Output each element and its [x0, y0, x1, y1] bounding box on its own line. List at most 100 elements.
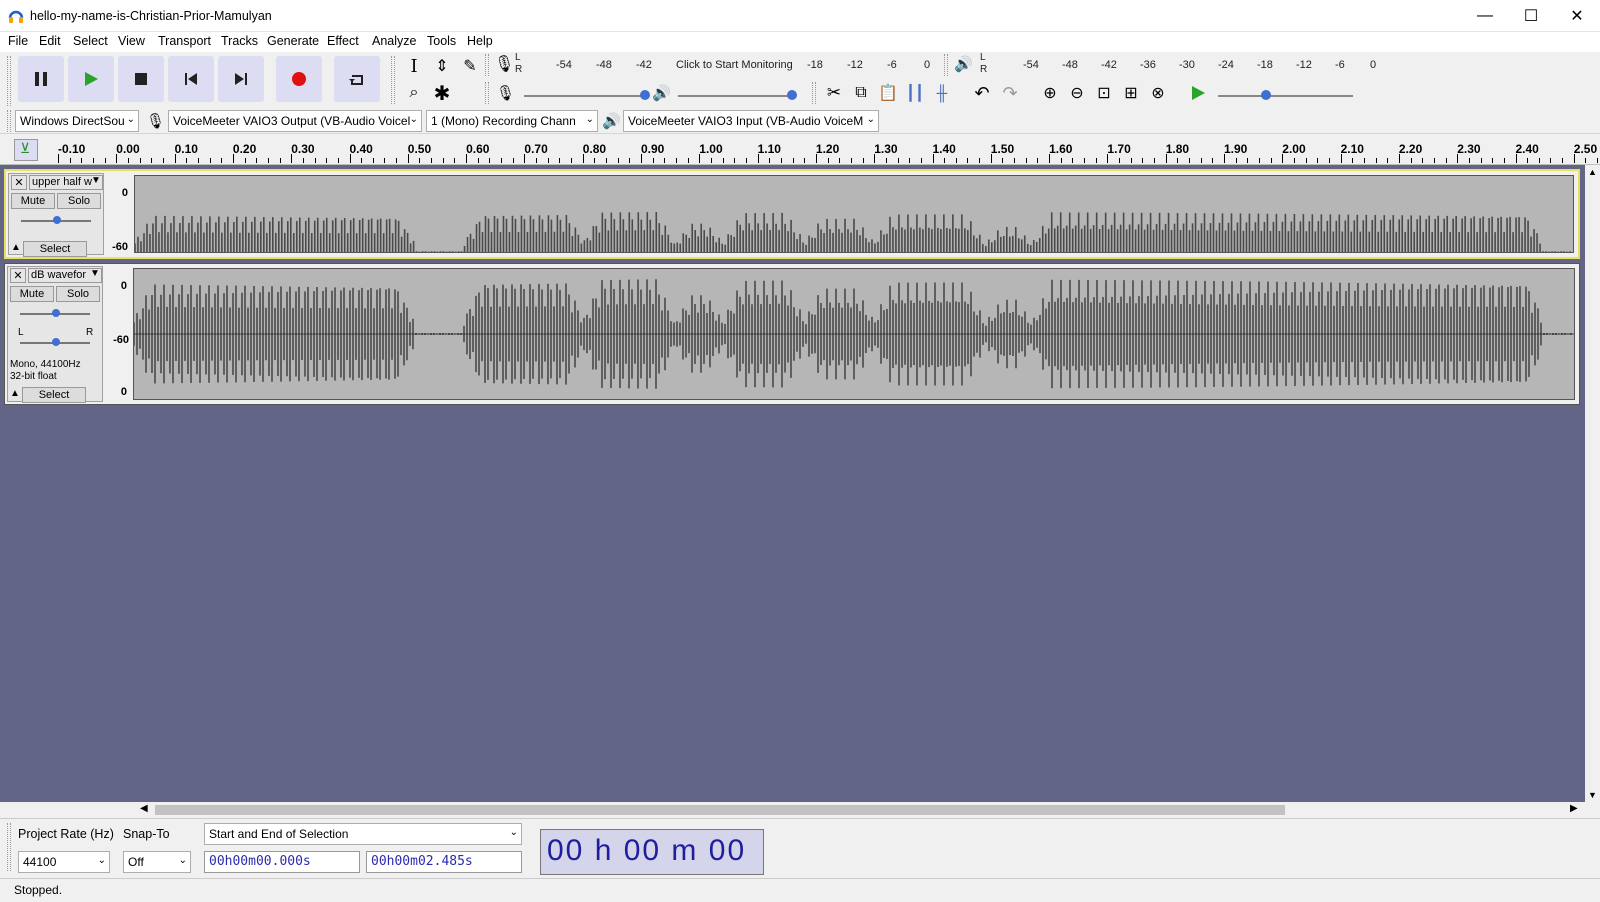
silence-button[interactable]: ╫ — [930, 81, 954, 105]
pause-button[interactable] — [18, 56, 64, 102]
zoom-tool[interactable]: ⌕ — [402, 81, 426, 105]
menu-transport[interactable]: Transport — [158, 34, 211, 48]
audio-host-select[interactable]: Windows DirectSou ⌄ — [15, 110, 139, 132]
slider-thumb[interactable] — [53, 216, 61, 224]
zoom-toggle-button[interactable]: ⊗ — [1146, 81, 1170, 105]
toolbar-grip[interactable] — [812, 82, 816, 104]
skip-to-end-button[interactable] — [218, 56, 264, 102]
scroll-right-icon[interactable]: ▶ — [1570, 803, 1578, 814]
selection-start-time[interactable]: 00h00m00.000s — [204, 851, 360, 873]
toolbar-grip[interactable] — [7, 110, 11, 132]
menu-generate[interactable]: Generate — [267, 34, 319, 48]
mute-button[interactable]: Mute — [10, 286, 54, 302]
minimize-button[interactable]: — — [1462, 0, 1508, 32]
timeline-ruler[interactable]: ⊻ -0.10 0.00 0.10 0.20 0.30 0.40 0.50 0.60 0.70 0… — [0, 136, 1600, 165]
loop-button[interactable] — [334, 56, 380, 102]
slider-thumb[interactable] — [640, 90, 650, 100]
menu-tracks[interactable]: Tracks — [221, 34, 258, 48]
slider-thumb[interactable] — [787, 90, 797, 100]
zoom-out-button[interactable]: ⊖ — [1065, 81, 1089, 105]
pan-slider[interactable] — [20, 338, 90, 346]
menu-analyze[interactable]: Analyze — [372, 34, 416, 48]
track-1-vertical-scale[interactable]: 0 -60 — [106, 171, 132, 257]
toolbar-grip[interactable] — [485, 82, 489, 104]
record-meter[interactable]: -54 -48 -42 Click to Start Monitoring -1… — [524, 55, 934, 75]
stop-button[interactable] — [118, 56, 164, 102]
menu-help[interactable]: Help — [467, 34, 493, 48]
speaker-icon[interactable]: 🔊 — [954, 55, 973, 73]
playback-device-select[interactable]: VoiceMeeter VAIO3 Input (VB-Audio VoiceM… — [623, 110, 879, 132]
trim-button[interactable]: ┃┃ — [903, 81, 927, 105]
microphone-icon[interactable]: 🎙 — [494, 54, 514, 74]
undo-button[interactable]: ↶ — [970, 81, 994, 105]
start-monitoring-label[interactable]: Click to Start Monitoring — [676, 59, 793, 71]
pin-playhead-button[interactable]: ⊻ — [14, 139, 38, 161]
track-area[interactable]: ✕ upper half w ▼ Mute Solo ▲ Select 0 -6… — [0, 165, 1585, 802]
scroll-left-icon[interactable]: ◀ — [140, 803, 148, 814]
recording-device-select[interactable]: VoiceMeeter VAIO3 Output (VB-Audio Voice… — [168, 110, 422, 132]
track-2[interactable]: ✕ dB wavefor ▼ Mute Solo L R Mono, 44100… — [4, 263, 1580, 405]
slider-thumb[interactable] — [52, 338, 60, 346]
multi-tool[interactable]: ✱ — [430, 81, 454, 105]
menu-effect[interactable]: Effect — [327, 34, 359, 48]
toolbar-grip[interactable] — [7, 823, 11, 871]
copy-button[interactable]: ⧉ — [849, 81, 873, 105]
scrollbar-thumb[interactable] — [155, 805, 1285, 815]
solo-button[interactable]: Solo — [56, 286, 100, 302]
skip-to-start-button[interactable] — [168, 56, 214, 102]
toolbar-grip[interactable] — [944, 54, 948, 76]
record-volume-slider[interactable] — [524, 90, 650, 100]
record-button[interactable] — [276, 56, 322, 102]
track-1-waveform[interactable] — [134, 175, 1574, 253]
slider-thumb[interactable] — [52, 309, 60, 317]
horizontal-scrollbar[interactable]: ◀ ▶ — [0, 802, 1585, 818]
close-track-icon[interactable]: ✕ — [11, 175, 27, 190]
envelope-tool[interactable]: ⇕ — [430, 54, 454, 78]
gain-slider[interactable] — [21, 216, 91, 224]
select-track-button[interactable]: Select — [23, 241, 87, 257]
menu-file[interactable]: File — [8, 34, 28, 48]
menu-edit[interactable]: Edit — [39, 34, 61, 48]
cut-button[interactable]: ✂ — [822, 81, 846, 105]
collapse-track-icon[interactable]: ▲ — [10, 388, 20, 399]
track-menu-arrow-icon[interactable]: ▼ — [91, 175, 101, 186]
play-at-speed-button[interactable] — [1186, 81, 1210, 105]
gain-slider[interactable] — [20, 309, 90, 317]
selection-end-time[interactable]: 00h00m02.485s — [366, 851, 522, 873]
project-rate-select[interactable]: 44100 ⌄ — [18, 851, 110, 873]
fit-selection-button[interactable]: ⊡ — [1092, 81, 1116, 105]
snap-to-select[interactable]: Off ⌄ — [123, 851, 191, 873]
close-window-button[interactable]: ✕ — [1554, 0, 1600, 32]
menu-select[interactable]: Select — [73, 34, 108, 48]
scroll-down-icon[interactable]: ▼ — [1588, 790, 1597, 800]
track-2-waveform[interactable] — [133, 268, 1575, 400]
menu-view[interactable]: View — [118, 34, 145, 48]
collapse-track-icon[interactable]: ▲ — [11, 242, 21, 253]
recording-channels-select[interactable]: 1 (Mono) Recording Chann ⌄ — [426, 110, 598, 132]
audio-position-display[interactable]: 00 h 00 m 00 s — [540, 829, 764, 901]
maximize-button[interactable]: ☐ — [1508, 0, 1554, 32]
selection-tool[interactable]: I — [402, 54, 426, 78]
playback-meter[interactable]: -54 -48 -42 -36 -30 -24 -18 -12 -6 0 — [990, 55, 1395, 75]
zoom-in-button[interactable]: ⊕ — [1038, 81, 1062, 105]
slider-thumb[interactable] — [1261, 90, 1271, 100]
close-track-icon[interactable]: ✕ — [10, 268, 26, 283]
select-track-button[interactable]: Select — [22, 387, 86, 403]
solo-button[interactable]: Solo — [57, 193, 101, 209]
toolbar-grip[interactable] — [7, 56, 11, 106]
fit-project-button[interactable]: ⊞ — [1119, 81, 1143, 105]
mute-button[interactable]: Mute — [11, 193, 55, 209]
toolbar-grip[interactable] — [391, 56, 395, 104]
paste-button[interactable]: 📋 — [876, 81, 900, 105]
track-1[interactable]: ✕ upper half w ▼ Mute Solo ▲ Select 0 -6… — [4, 169, 1580, 259]
vertical-scrollbar[interactable]: ▲ ▼ — [1585, 165, 1600, 802]
playback-volume-slider[interactable] — [678, 90, 797, 100]
track-menu-arrow-icon[interactable]: ▼ — [90, 268, 100, 279]
redo-button[interactable]: ↷ — [998, 81, 1022, 105]
draw-tool[interactable]: ✎ — [458, 54, 482, 78]
toolbar-grip[interactable] — [485, 54, 489, 76]
track-2-vertical-scale[interactable]: 0 -60 0 — [105, 264, 131, 404]
play-button[interactable] — [68, 56, 114, 102]
selection-mode-select[interactable]: Start and End of Selection ⌄ — [204, 823, 522, 845]
play-speed-slider[interactable] — [1218, 90, 1353, 100]
